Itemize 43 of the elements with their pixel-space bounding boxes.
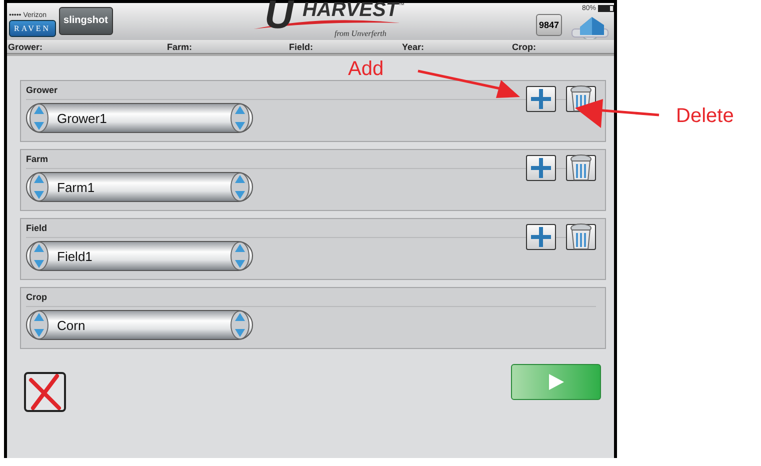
- up-down-arrows-icon[interactable]: [29, 310, 49, 340]
- up-down-arrows-icon[interactable]: [29, 103, 49, 133]
- battery-icon: [598, 5, 614, 12]
- app-button[interactable]: slingshot: [58, 6, 113, 34]
- picker-field[interactable]: Farm1: [26, 172, 253, 202]
- info-label: Crop:: [512, 42, 536, 52]
- trash-icon: [569, 223, 593, 251]
- delete-button[interactable]: [566, 155, 596, 181]
- up-down-arrows-icon[interactable]: [230, 241, 250, 271]
- plus-icon: [528, 224, 554, 250]
- add-button[interactable]: [526, 155, 556, 181]
- info-label: Year:: [402, 42, 426, 52]
- panel-label: Farm: [26, 154, 48, 164]
- add-button[interactable]: [526, 86, 556, 112]
- panel-label: Grower: [26, 85, 58, 95]
- up-down-arrows-icon[interactable]: [230, 172, 250, 202]
- delete-button[interactable]: [566, 224, 596, 250]
- up-down-arrows-icon[interactable]: [230, 310, 250, 340]
- brand-button[interactable]: RAVEN: [9, 20, 56, 36]
- info-label: Grower:: [8, 42, 44, 52]
- info-label: Farm:: [167, 42, 194, 52]
- info-label: Field:: [289, 42, 314, 52]
- plus-icon: [528, 155, 554, 181]
- picker-field[interactable]: Grower1: [26, 103, 253, 133]
- picker-field[interactable]: Corn: [26, 310, 253, 340]
- logo-tagline: from Unverferth: [334, 29, 386, 38]
- callout-label: Delete: [676, 105, 734, 127]
- next-button[interactable]: [511, 364, 601, 400]
- device-badge[interactable]: 9847: [536, 14, 562, 36]
- panel-label: Crop: [26, 292, 47, 302]
- play-icon: [546, 372, 566, 392]
- picker-field[interactable]: Field1: [26, 241, 253, 271]
- cancel-button[interactable]: [24, 372, 66, 412]
- panel-label: Field: [26, 223, 48, 233]
- callout-label: Add: [348, 58, 384, 80]
- up-down-arrows-icon[interactable]: [230, 103, 250, 133]
- plus-icon: [528, 86, 554, 112]
- trash-icon: [569, 154, 593, 182]
- logo-name: HARVEST: [302, 0, 398, 20]
- up-down-arrows-icon[interactable]: [29, 172, 49, 202]
- x-mark-icon: [27, 374, 63, 410]
- up-down-arrows-icon[interactable]: [29, 241, 49, 271]
- add-button[interactable]: [526, 224, 556, 250]
